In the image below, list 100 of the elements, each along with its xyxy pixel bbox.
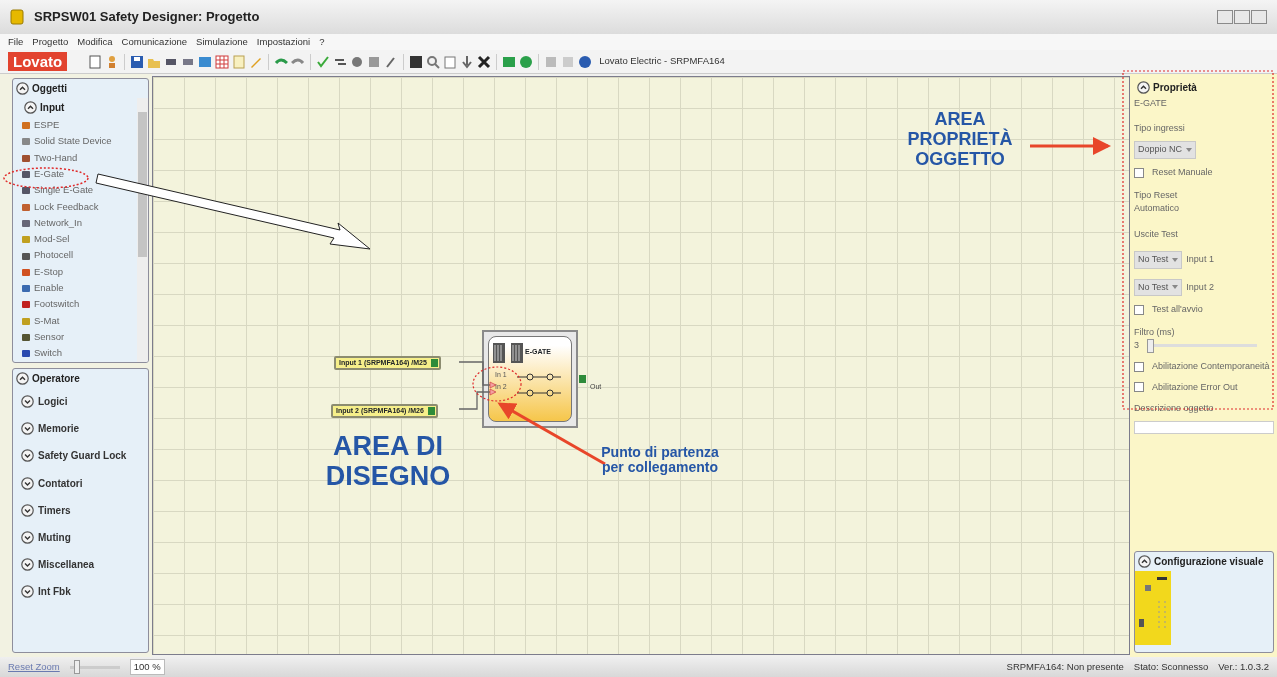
caret-icon bbox=[1172, 257, 1179, 262]
object-item[interactable]: ESPE bbox=[34, 118, 60, 133]
object-item[interactable]: E-Gate bbox=[34, 166, 65, 182]
field-label: Input 2 bbox=[1186, 280, 1214, 294]
panel-title: Proprietà bbox=[1153, 81, 1197, 95]
slider-thumb[interactable] bbox=[1147, 339, 1154, 353]
field-label: Input 1 bbox=[1186, 253, 1214, 266]
highlight-oval bbox=[472, 366, 522, 402]
down-arrow-icon[interactable] bbox=[460, 54, 475, 69]
group-title[interactable]: Timers bbox=[38, 502, 71, 518]
device-icon bbox=[21, 315, 31, 326]
object-item[interactable]: Single E-Gate bbox=[34, 183, 94, 198]
collapse-icon[interactable] bbox=[16, 82, 29, 95]
group-title[interactable]: Miscellanea bbox=[38, 557, 95, 573]
page-icon[interactable] bbox=[88, 54, 103, 69]
square-icon[interactable] bbox=[409, 54, 424, 69]
collapse-icon[interactable] bbox=[1138, 555, 1151, 568]
device-label: Lovato Electric - SRPMFA164 bbox=[599, 54, 725, 69]
expand-icon[interactable] bbox=[21, 558, 34, 572]
menu-item[interactable]: Comunicazione bbox=[121, 34, 188, 50]
object-item[interactable]: E-Stop bbox=[34, 264, 64, 279]
area-caption: AREA DI DISEGNO bbox=[324, 432, 452, 492]
circle-icon[interactable] bbox=[350, 54, 365, 69]
object-item[interactable]: Switch bbox=[34, 346, 62, 361]
device-icon bbox=[21, 234, 31, 245]
group-title[interactable]: Muting bbox=[38, 530, 71, 546]
object-item[interactable]: Sensor bbox=[34, 329, 65, 345]
object-item[interactable]: Two-Hand bbox=[34, 150, 78, 165]
dropdown[interactable]: No Test bbox=[1134, 278, 1183, 296]
zoom-slider-thumb[interactable] bbox=[74, 659, 81, 674]
collapse-icon[interactable] bbox=[24, 101, 37, 114]
collapse-icon[interactable] bbox=[16, 372, 29, 385]
object-item[interactable]: Solid State Device bbox=[34, 134, 112, 149]
expand-icon[interactable] bbox=[21, 449, 34, 463]
minimize-button[interactable] bbox=[1217, 10, 1233, 24]
object-item[interactable]: Enable bbox=[34, 281, 64, 296]
menu-item[interactable]: ? bbox=[319, 34, 325, 50]
section-label: Uscite Test bbox=[1134, 227, 1179, 241]
expand-icon[interactable] bbox=[21, 422, 34, 436]
expand-icon[interactable] bbox=[21, 531, 34, 545]
group-title[interactable]: Safety Guard Lock bbox=[38, 448, 127, 464]
device-icon bbox=[21, 120, 31, 131]
restore-button[interactable] bbox=[1234, 10, 1250, 24]
zoom-value: 100 % bbox=[129, 658, 165, 676]
collapse-icon[interactable] bbox=[1137, 81, 1150, 94]
checkbox[interactable] bbox=[1134, 167, 1144, 178]
caret-icon bbox=[1186, 147, 1193, 152]
object-item[interactable]: Footswitch bbox=[34, 297, 80, 312]
checkbox[interactable] bbox=[1134, 361, 1144, 372]
clipboard-icon[interactable] bbox=[443, 54, 458, 69]
menu-item[interactable]: File bbox=[8, 34, 24, 50]
menu-item[interactable]: Modifica bbox=[77, 34, 113, 50]
grid-icon[interactable] bbox=[215, 54, 230, 69]
field-value: Automatico bbox=[1134, 202, 1181, 215]
device-icon bbox=[21, 217, 31, 228]
dropdown[interactable]: No Test bbox=[1134, 251, 1183, 269]
object-item[interactable]: S-Mat bbox=[34, 313, 60, 328]
field-value: 3 bbox=[1134, 339, 1139, 353]
checkbox-label: Abilitazione Error Out bbox=[1152, 380, 1238, 394]
menu-item[interactable]: Progetto bbox=[32, 34, 69, 50]
status-text: Ver.: 1.0.3.2 bbox=[1218, 659, 1269, 674]
group-title[interactable]: Contatori bbox=[38, 475, 83, 491]
save-icon[interactable] bbox=[130, 54, 145, 69]
object-item[interactable]: Photocell bbox=[34, 248, 74, 263]
device-icon bbox=[21, 332, 31, 342]
close-icon[interactable] bbox=[477, 54, 492, 69]
circle-icon[interactable] bbox=[519, 54, 534, 69]
scrollbar[interactable] bbox=[137, 98, 148, 362]
object-item[interactable]: Mod-Sel bbox=[34, 232, 70, 247]
menu-item[interactable]: Simulazione bbox=[196, 34, 248, 50]
device-icon bbox=[21, 266, 31, 277]
checkbox-label: Test all'avvio bbox=[1152, 303, 1203, 316]
check-icon[interactable] bbox=[316, 54, 331, 69]
field-label: Descrizione oggetto bbox=[1134, 402, 1215, 415]
dropdown[interactable]: Doppio NC bbox=[1134, 141, 1197, 159]
panel-title: Configurazione visuale bbox=[1154, 555, 1264, 569]
object-item[interactable]: Network_In bbox=[34, 215, 83, 231]
expand-icon[interactable] bbox=[21, 503, 34, 517]
device-icon bbox=[21, 169, 31, 180]
search-icon[interactable] bbox=[426, 54, 441, 69]
expand-icon[interactable] bbox=[21, 585, 34, 599]
expand-icon[interactable] bbox=[21, 476, 34, 490]
group-title[interactable]: Logici bbox=[38, 394, 68, 410]
device-icon bbox=[21, 283, 31, 294]
checkbox[interactable] bbox=[1134, 382, 1144, 393]
expand-icon[interactable] bbox=[21, 395, 34, 409]
panel-title: Oggetti bbox=[32, 82, 67, 96]
object-item[interactable]: Lock Feedback bbox=[34, 199, 99, 214]
menu-item[interactable]: Impostazioni bbox=[256, 34, 311, 50]
checkbox-label: Abilitazione Contemporaneità bbox=[1152, 360, 1270, 373]
input-field[interactable] bbox=[1134, 421, 1274, 434]
window-title: SRPSW01 Safety Designer: Progetto bbox=[34, 8, 260, 27]
checkbox[interactable] bbox=[1134, 304, 1144, 315]
close-button[interactable] bbox=[1251, 10, 1267, 24]
device-icon bbox=[21, 185, 31, 196]
group-title[interactable]: Memorie bbox=[38, 421, 80, 437]
callout-text: Punto di partenza per collegamento bbox=[600, 445, 720, 476]
reset-zoom-link[interactable]: Reset Zoom bbox=[8, 659, 60, 675]
group-title[interactable]: Int Fbk bbox=[38, 584, 71, 600]
device-icon bbox=[21, 152, 31, 163]
